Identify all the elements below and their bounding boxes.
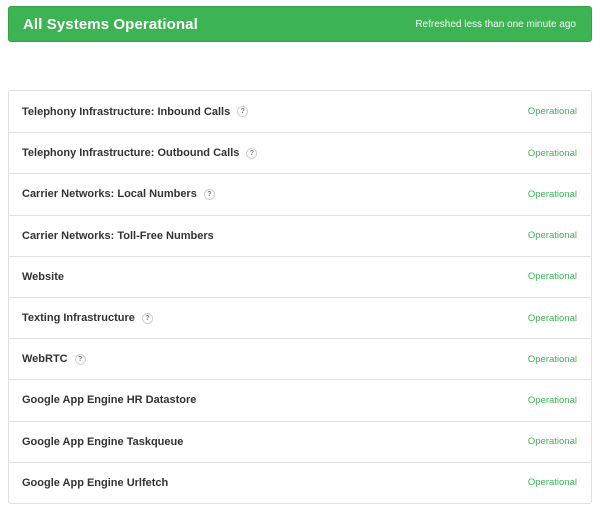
components-list: Telephony Infrastructure: Inbound Calls …: [8, 90, 592, 504]
component-row: Website Operational: [9, 255, 591, 297]
component-row: Google App Engine Taskqueue Operational: [9, 420, 591, 462]
component-name-wrap: Google App Engine HR Datastore: [22, 394, 196, 406]
component-name-wrap: Telephony Infrastructure: Outbound Calls…: [22, 147, 258, 160]
component-name: Telephony Infrastructure: Inbound Calls: [22, 105, 231, 118]
help-icon[interactable]: ?: [203, 188, 215, 200]
component-status: Operational: [527, 436, 577, 448]
component-name: Google App Engine Taskqueue: [22, 435, 184, 448]
component-name: Google App Engine HR Datastore: [22, 394, 197, 407]
refreshed-timestamp: Refreshed less than one minute ago: [415, 18, 576, 30]
component-name-wrap: Website: [22, 271, 64, 283]
component-name: Telephony Infrastructure: Outbound Calls: [22, 147, 240, 160]
component-name-wrap: WebRTC ?: [22, 353, 86, 365]
component-row: Carrier Networks: Toll-Free Numbers Oper…: [9, 214, 591, 256]
component-name: Carrier Networks: Local Numbers: [22, 188, 197, 201]
component-name: Website: [22, 270, 64, 283]
component-status: Operational: [527, 147, 577, 159]
component-name-wrap: Carrier Networks: Toll-Free Numbers: [22, 230, 214, 242]
status-page: All Systems Operational Refreshed less t…: [0, 0, 600, 510]
component-row: Telephony Infrastructure: Outbound Calls…: [9, 132, 591, 173]
help-icon[interactable]: ?: [237, 106, 249, 118]
help-icon[interactable]: ?: [141, 312, 153, 324]
component-name: Carrier Networks: Toll-Free Numbers: [22, 229, 214, 242]
component-status: Operational: [527, 394, 577, 406]
component-name-wrap: Carrier Networks: Local Numbers ?: [22, 188, 215, 200]
component-status: Operational: [527, 188, 577, 200]
help-icon[interactable]: ?: [74, 353, 86, 365]
component-row: Google App Engine Urlfetch Operational: [9, 461, 591, 503]
component-name-wrap: Google App Engine Taskqueue: [22, 436, 183, 448]
component-status: Operational: [527, 477, 577, 489]
component-status: Operational: [527, 312, 577, 324]
component-status: Operational: [527, 230, 577, 242]
component-row: WebRTC ? Operational: [9, 338, 591, 379]
component-status: Operational: [527, 271, 577, 283]
component-name-wrap: Texting Infrastructure ?: [22, 312, 153, 324]
component-name-wrap: Google App Engine Urlfetch: [22, 477, 168, 489]
component-row: Texting Infrastructure ? Operational: [9, 296, 591, 338]
component-row: Telephony Infrastructure: Inbound Calls …: [9, 91, 591, 132]
component-row: Google App Engine HR Datastore Operation…: [9, 379, 591, 420]
component-status: Operational: [527, 353, 577, 365]
help-icon[interactable]: ?: [246, 147, 258, 159]
component-name-wrap: Telephony Infrastructure: Inbound Calls …: [22, 105, 249, 118]
overall-status-title: All Systems Operational: [23, 15, 198, 33]
component-row: Carrier Networks: Local Numbers ? Operat…: [9, 173, 591, 214]
status-banner: All Systems Operational Refreshed less t…: [8, 6, 592, 42]
component-name: Texting Infrastructure: [22, 312, 135, 325]
component-name: Google App Engine Urlfetch: [22, 476, 169, 489]
component-name: WebRTC: [22, 353, 68, 366]
component-status: Operational: [527, 106, 577, 118]
